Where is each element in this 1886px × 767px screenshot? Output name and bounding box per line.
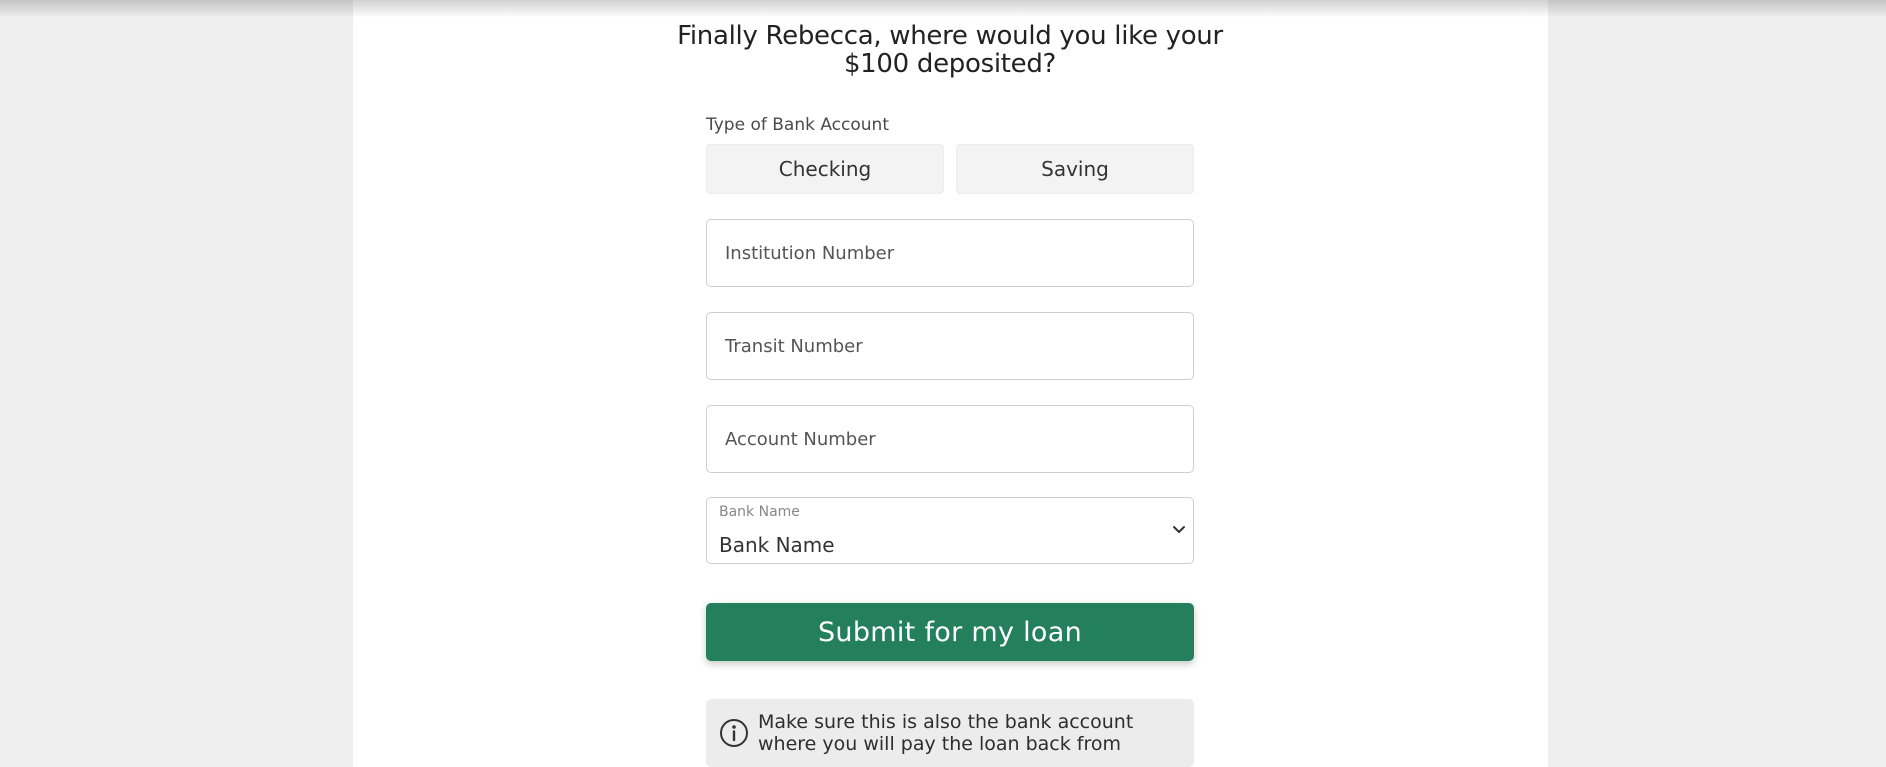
submit-loan-button[interactable]: Submit for my loan (706, 603, 1194, 661)
checking-option-button[interactable]: Checking (706, 144, 944, 194)
bank-name-select[interactable]: Bank Name Bank Name (706, 497, 1194, 564)
page-title: Finally Rebecca, where would you like yo… (677, 21, 1223, 79)
account-number-field[interactable]: Account Number (706, 405, 1194, 473)
info-circle-icon (720, 719, 748, 747)
saving-option-button[interactable]: Saving (956, 144, 1194, 194)
account-type-label: Type of Bank Account (706, 115, 889, 135)
bank-name-floating-label: Bank Name (719, 504, 800, 520)
bank-name-selected-value: Bank Name (719, 533, 835, 557)
info-note: Make sure this is also the bank account … (706, 699, 1194, 767)
institution-number-field[interactable]: Institution Number (706, 219, 1194, 287)
transit-number-field[interactable]: Transit Number (706, 312, 1194, 380)
chevron-down-icon (1173, 526, 1185, 533)
info-note-text: Make sure this is also the bank account … (758, 711, 1134, 755)
top-shadow (0, 0, 1886, 18)
